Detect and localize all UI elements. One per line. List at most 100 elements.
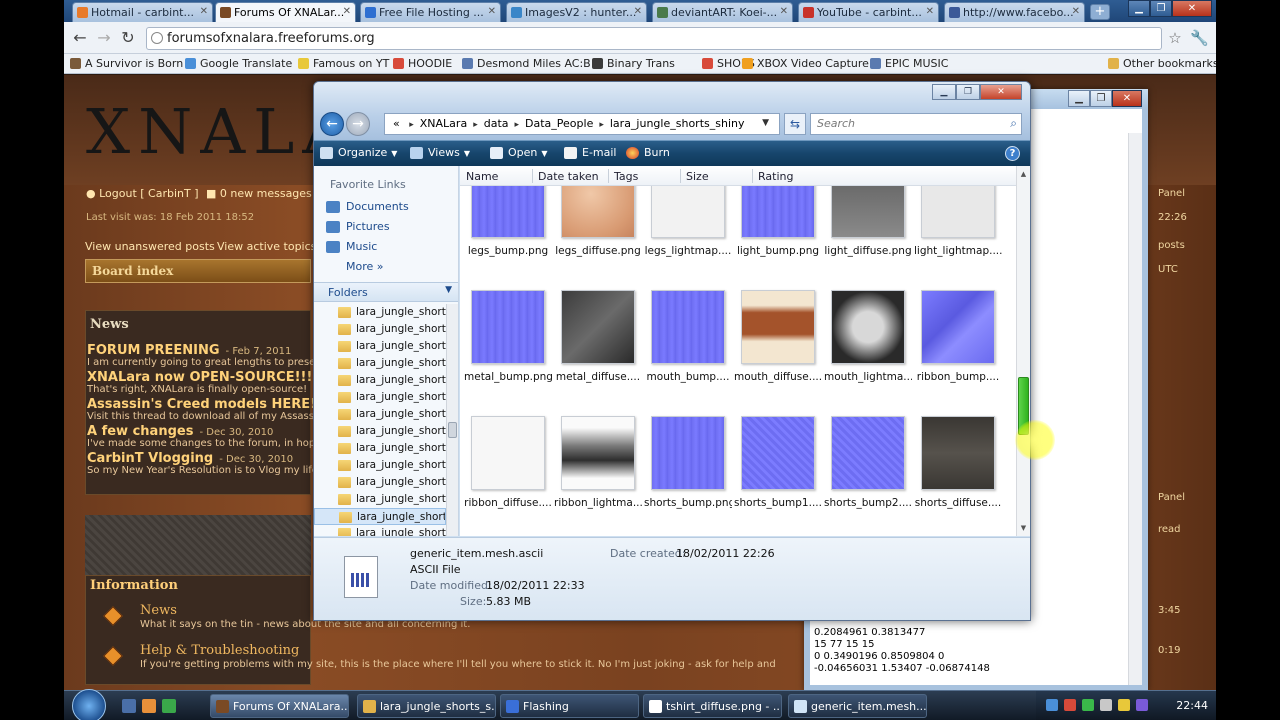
column-separator[interactable]	[752, 169, 753, 183]
star-icon[interactable]: ☆	[1166, 29, 1184, 47]
file-thumbnail[interactable]: light_lightmap....	[914, 186, 1002, 272]
news-item-title[interactable]: FORUM PREENING - Feb 7, 2011	[87, 343, 291, 358]
right-panel2-link[interactable]: Panel	[1158, 492, 1185, 503]
folder-tree-item[interactable]: lara_jungle_shorts_	[314, 304, 446, 321]
close-tab-icon[interactable]: ✕	[634, 6, 642, 17]
view-unanswered-link[interactable]: View unanswered posts	[85, 240, 215, 253]
file-thumbnail[interactable]: mouth_bump....	[644, 280, 732, 398]
explorer-close-button[interactable]: ✕	[980, 84, 1022, 100]
folders-header[interactable]: Folders ▼	[314, 282, 458, 302]
address-bar[interactable]: forumsofxnalara.freeforums.org	[146, 27, 1162, 50]
scroll-down-icon[interactable]: ▼	[1018, 522, 1029, 534]
folder-tree-item[interactable]: lara_jungle_shorts_	[314, 440, 446, 457]
browser-tab[interactable]: http://www.facebo... ✕	[944, 2, 1085, 22]
file-thumbnail[interactable]: shorts_bump2....	[824, 406, 912, 524]
close-tab-icon[interactable]: ✕	[343, 6, 351, 17]
notepad-minimize-button[interactable]: ▁	[1068, 90, 1090, 107]
folder-tree-item[interactable]: lara_jungle_shorts_	[314, 474, 446, 491]
folder-tree-item[interactable]: lara_jungle_shorts_	[314, 457, 446, 474]
column-header[interactable]: Size	[686, 170, 709, 183]
fav-music[interactable]: Music	[326, 240, 377, 253]
bookmark-item[interactable]: Google Translate	[185, 57, 292, 70]
column-header[interactable]: Rating	[758, 170, 793, 183]
folder-tree-item[interactable]: lara_jungle_shorts_	[314, 338, 446, 355]
network-icon[interactable]	[1046, 699, 1058, 711]
explorer-address-bar[interactable]: « ▸ XNALara ▸ data ▸ Data_People ▸ lara_jungle_…	[384, 113, 780, 135]
file-thumbnail[interactable]: shorts_bump.png	[644, 406, 732, 524]
taskbar-button[interactable]: generic_item.mesh....	[788, 694, 927, 718]
media-icon[interactable]	[162, 699, 176, 713]
bookmark-item[interactable]: EPIC MUSIC	[870, 57, 948, 70]
notepad-close-button[interactable]: ✕	[1112, 90, 1142, 107]
taskbar-button[interactable]: lara_jungle_shorts_s...	[357, 694, 496, 718]
new-messages-link[interactable]: ■ 0 new messages	[206, 187, 312, 200]
logout-link[interactable]: ● Logout [ CarbinT ]	[86, 187, 199, 200]
path-segment[interactable]: Data_People	[525, 117, 593, 130]
browser-tab[interactable]: YouTube - carbint... ✕	[798, 2, 939, 22]
maximize-button[interactable]: ❐	[1150, 0, 1172, 17]
folder-tree-item[interactable]: lara_jungle_shorts_	[314, 406, 446, 423]
reload-icon[interactable]: ↻	[118, 28, 138, 48]
forward-icon[interactable]: →	[94, 28, 114, 48]
browser-tab[interactable]: Free File Hosting ... ✕	[360, 2, 501, 22]
notepad-maximize-button[interactable]: ❐	[1090, 90, 1112, 107]
taskbar-button[interactable]: tshirt_diffuse.png - ...	[643, 694, 782, 718]
news-item-title[interactable]: A few changes - Dec 30, 2010	[87, 424, 273, 439]
bookmark-item[interactable]: HOODIE	[393, 57, 452, 70]
right-read-link[interactable]: read	[1158, 524, 1181, 535]
folder-tree-item[interactable]: lara_jungle_shorts_	[314, 423, 446, 440]
folder-tree-item[interactable]: lara_jungle_shorts_	[314, 389, 446, 406]
folder-tree-item[interactable]: lara_jungle_shorts_	[314, 355, 446, 372]
file-thumbnail[interactable]: shorts_diffuse....	[914, 406, 1002, 524]
file-thumbnail[interactable]: ribbon_lightma....	[554, 406, 642, 524]
file-list-scrollbar[interactable]: ▲ ▼	[1016, 166, 1030, 536]
path-arrow-icon[interactable]: ▸	[409, 120, 414, 130]
file-thumbnail[interactable]: metal_diffuse....	[554, 280, 642, 398]
file-thumbnail[interactable]: ribbon_bump....	[914, 280, 1002, 398]
explorer-back-icon[interactable]: ←	[320, 112, 344, 136]
folder-tree-item[interactable]: lara_jungle_shorts_	[314, 525, 446, 536]
news-item-title[interactable]: Assassin's Creed models HERE!!	[87, 397, 328, 412]
file-thumbnail[interactable]: mouth_diffuse....	[734, 280, 822, 398]
taskbar-button[interactable]: Forums Of XNALara...	[210, 694, 349, 718]
folder-tree-item[interactable]: lara_jungle_shorts_	[314, 491, 446, 508]
path-arrow-icon[interactable]: ▸	[599, 120, 604, 130]
new-tab-button[interactable]: +	[1090, 4, 1110, 20]
bookmark-item[interactable]: A Survivor is Born	[70, 57, 183, 70]
close-tab-icon[interactable]: ✕	[1072, 6, 1080, 17]
file-thumbnail[interactable]: shorts_bump1....	[734, 406, 822, 524]
right-posts-link[interactable]: posts	[1158, 240, 1185, 251]
security-icon[interactable]	[1064, 699, 1076, 711]
burn-button[interactable]: Burn	[626, 146, 670, 159]
back-icon[interactable]: ←	[70, 28, 90, 48]
board-index-link[interactable]: Board index	[85, 259, 311, 283]
close-tab-icon[interactable]: ✕	[200, 6, 208, 17]
close-tab-icon[interactable]: ✕	[926, 6, 934, 17]
file-thumbnail[interactable]: light_bump.png	[734, 186, 822, 272]
close-button[interactable]: ✕	[1172, 0, 1212, 17]
file-thumbnail[interactable]: light_diffuse.png	[824, 186, 912, 272]
notepad-scrollbar[interactable]	[1128, 133, 1142, 685]
path-arrow-icon[interactable]: ▸	[473, 120, 478, 130]
desktop-icon[interactable]	[122, 699, 136, 713]
folder-tree-item[interactable]: lara_jungle_shorts_	[314, 508, 446, 525]
path-arrow-icon[interactable]: ▸	[515, 120, 520, 130]
volume-icon[interactable]	[1100, 699, 1112, 711]
refresh-icon[interactable]: ⇆	[784, 113, 806, 135]
folder-tree-item[interactable]: lara_jungle_shorts_	[314, 372, 446, 389]
organize-button[interactable]: Organize ▼	[320, 146, 397, 159]
forum-title-link[interactable]: News	[140, 603, 177, 618]
explorer-search-input[interactable]: Search ⌕	[810, 113, 1022, 135]
address-dropdown-icon[interactable]: ▼	[762, 118, 769, 128]
other-bookmarks[interactable]: Other bookmarks	[1108, 57, 1216, 70]
close-tab-icon[interactable]: ✕	[488, 6, 496, 17]
file-thumbnail[interactable]: legs_diffuse.png	[554, 186, 642, 272]
explorer-forward-icon[interactable]: →	[346, 112, 370, 136]
news-item-title[interactable]: CarbinT Vlogging - Dec 30, 2010	[87, 451, 293, 466]
tray-app-icon[interactable]	[1118, 699, 1130, 711]
file-thumbnail[interactable]: legs_bump.png	[464, 186, 552, 272]
file-thumbnail[interactable]: mouth_lightma....	[824, 280, 912, 398]
views-button[interactable]: Views ▼	[410, 146, 470, 159]
column-header[interactable]: Tags	[614, 170, 638, 183]
column-separator[interactable]	[680, 169, 681, 183]
